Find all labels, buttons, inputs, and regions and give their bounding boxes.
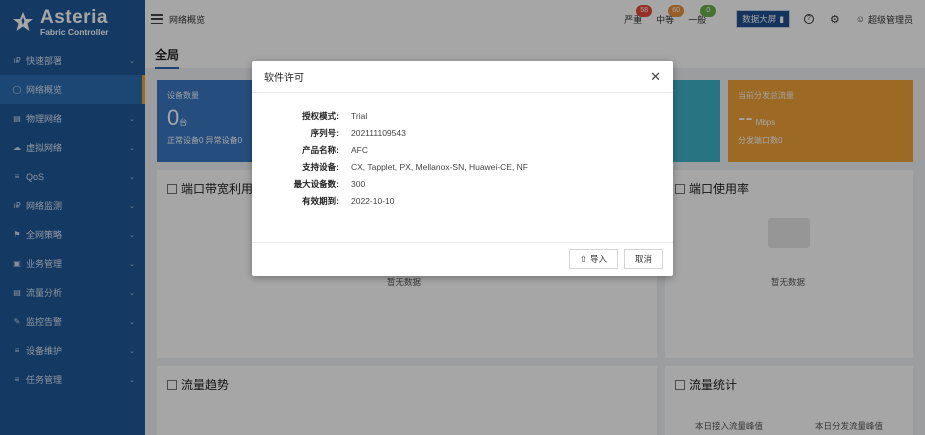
dialog-title: 软件许可	[264, 73, 304, 84]
field-key: 序列号:	[310, 127, 339, 138]
dialog-footer: ⇧ 导入 取消	[252, 243, 673, 275]
field-key: 有效期到:	[302, 195, 339, 206]
import-label: 导入	[589, 254, 607, 264]
license-field-row: 序列号: 202111109543	[252, 124, 673, 141]
field-value: 202111109543	[351, 127, 406, 138]
license-field-row: 授权模式: Trial	[252, 107, 673, 124]
dialog-header: 软件许可 ✕	[252, 61, 673, 93]
field-value: 300	[351, 178, 366, 189]
close-icon[interactable]: ✕	[650, 69, 661, 85]
field-key: 最大设备数:	[293, 178, 339, 189]
license-field-row: 支持设备: CX, Tapplet, PX, Mellanox-SN, Huawe…	[252, 158, 673, 175]
upload-icon: ⇧	[579, 253, 587, 264]
field-key: 授权模式:	[302, 110, 339, 121]
dialog-body: 授权模式: Trial 序列号: 202111109543 产品名称: AFC 支持设…	[252, 93, 673, 243]
license-dialog: 软件许可 ✕ 授权模式: Trial 序列号: 202111109543 产品名称:…	[252, 61, 673, 276]
field-value: 2022-10-10	[351, 195, 395, 206]
field-value: Trial	[351, 110, 368, 121]
field-value: CX, Tapplet, PX, Mellanox-SN, Huawei-CE,…	[351, 161, 528, 172]
field-key: 支持设备:	[302, 161, 339, 172]
field-key: 产品名称:	[302, 144, 339, 155]
field-value: AFC	[351, 144, 368, 155]
license-field-row: 最大设备数: 300	[252, 175, 673, 192]
cancel-button[interactable]: 取消	[623, 249, 663, 269]
license-field-row: 产品名称: AFC	[252, 141, 673, 158]
license-field-row: 有效期到: 2022-10-10	[252, 192, 673, 209]
import-button[interactable]: ⇧ 导入	[568, 249, 618, 269]
